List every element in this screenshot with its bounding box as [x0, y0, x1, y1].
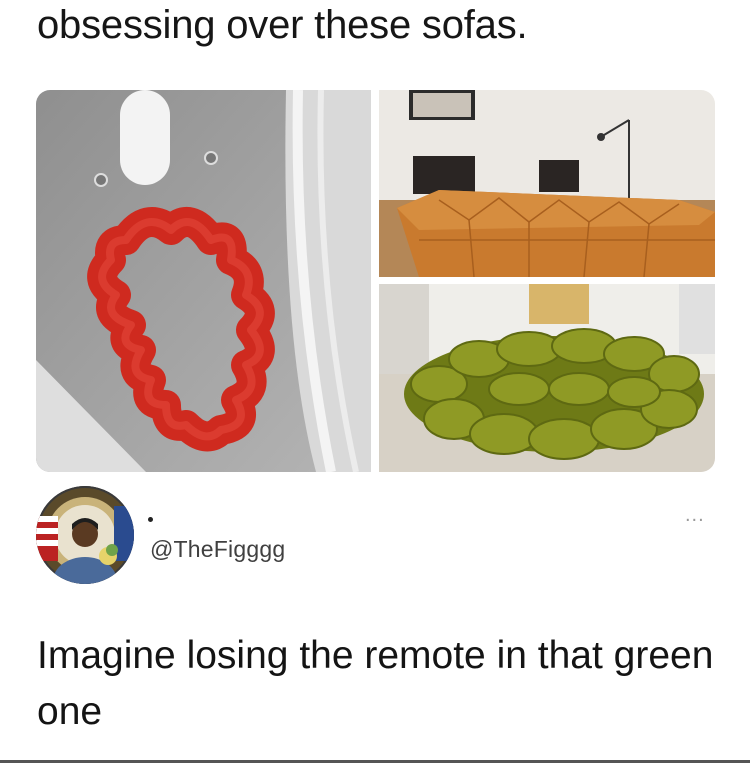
green-sofa-image — [379, 284, 715, 472]
red-sofa-image — [36, 90, 371, 472]
verified-dot — [148, 517, 153, 522]
photo-collage[interactable] — [36, 90, 715, 472]
orange-sofa-photo[interactable] — [379, 90, 715, 277]
more-options-icon[interactable]: ... — [685, 505, 705, 525]
tweet-text: Imagine losing the remote in that green … — [37, 634, 714, 733]
green-sofa-photo[interactable] — [379, 284, 715, 472]
user-avatar[interactable] — [36, 486, 134, 584]
divider — [0, 760, 750, 763]
post-caption: obsessing over these sofas. — [37, 3, 528, 47]
red-sofa-photo[interactable] — [36, 90, 371, 472]
avatar-image — [36, 486, 134, 584]
orange-sofa-image — [379, 90, 715, 277]
tweet-handle[interactable]: @TheFigggg — [150, 536, 285, 563]
